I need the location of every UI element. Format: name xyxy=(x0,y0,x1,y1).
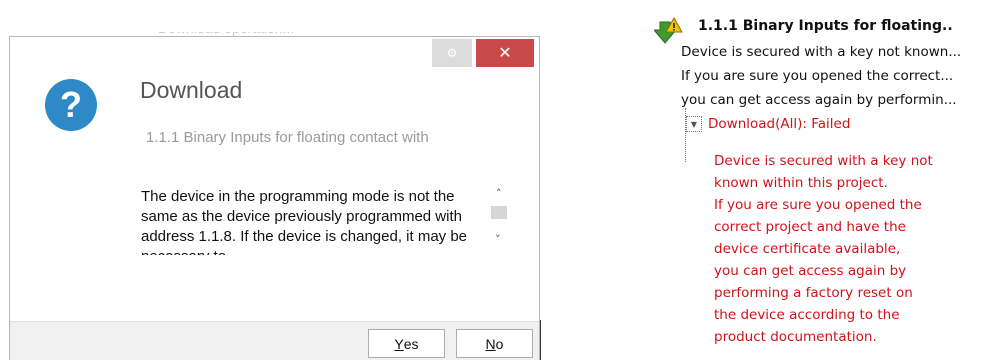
no-label-rest: o xyxy=(495,335,504,352)
log-entry-title[interactable]: 1.1.1 Binary Inputs for floating.. xyxy=(698,18,953,34)
no-accelerator: N xyxy=(485,335,496,352)
dialog-subtitle: 1.1.1 Binary Inputs for floating contact… xyxy=(146,129,429,146)
error-detail-line: If you are sure you opened the xyxy=(714,197,922,213)
scroll-up-arrow-icon[interactable]: ˄ xyxy=(496,187,502,200)
error-detail-line: device certificate available, xyxy=(714,241,901,257)
error-detail-line: the device according to the xyxy=(714,307,900,323)
error-detail-line: correct project and have the xyxy=(714,219,906,235)
no-button[interactable]: No xyxy=(456,329,533,358)
dialog-title: Download xyxy=(140,77,243,103)
close-icon: ✕ xyxy=(498,45,512,62)
log-line: you can get access again by performin... xyxy=(681,92,957,108)
message-text: The device in the programming mode is no… xyxy=(141,188,468,255)
message-area: The device in the programming mode is no… xyxy=(141,187,486,255)
settings-button[interactable]: ⚙ xyxy=(432,39,472,67)
gear-icon: ⚙ xyxy=(446,46,458,60)
log-line: Device is secured with a key not known..… xyxy=(681,44,962,60)
collapse-toggle[interactable]: ▼ xyxy=(686,116,702,132)
question-icon: ? xyxy=(45,79,97,131)
download-status[interactable]: Download(All): Failed xyxy=(708,116,850,132)
yes-label-rest: es xyxy=(403,335,419,352)
download-warning-icon xyxy=(654,16,683,44)
yes-button[interactable]: Yes xyxy=(368,329,445,358)
error-detail-line: known within this project. xyxy=(714,175,888,191)
yes-accelerator: Y xyxy=(394,335,404,352)
scroll-down-arrow-icon[interactable]: ˅ xyxy=(495,233,501,246)
log-line: If you are sure you opened the correct..… xyxy=(681,68,954,84)
error-detail-line: Device is secured with a key not xyxy=(714,153,933,169)
download-dialog: ⚙ ✕ ? Download 1.1.1 Binary Inputs for f… xyxy=(9,36,540,360)
background-partial-text: Download operation... xyxy=(158,20,295,36)
dialog-footer: Yes No xyxy=(10,321,539,360)
chevron-down-icon: ▼ xyxy=(690,119,698,129)
error-detail-line: performing a factory reset on xyxy=(714,285,913,301)
error-detail-line: product documentation. xyxy=(714,329,877,345)
download-log-panel: 1.1.1 Binary Inputs for floating.. Devic… xyxy=(652,16,987,360)
error-detail-line: you can get access again by xyxy=(714,263,907,279)
error-details: Device is secured with a key not known w… xyxy=(714,150,964,348)
scrollbar-thumb[interactable] xyxy=(491,206,507,219)
close-button[interactable]: ✕ xyxy=(476,39,534,67)
